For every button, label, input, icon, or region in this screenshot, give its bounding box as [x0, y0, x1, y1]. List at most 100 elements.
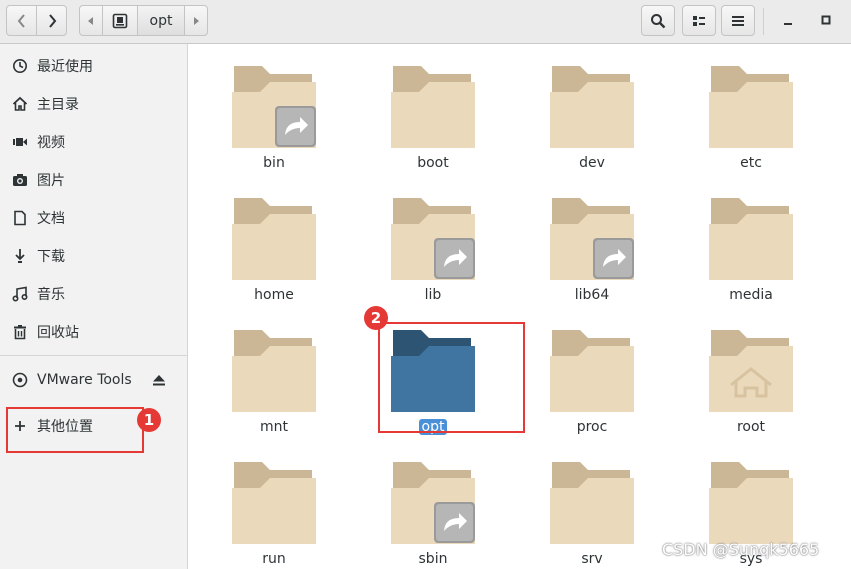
file-name: home: [254, 287, 294, 303]
file-name: lib: [424, 287, 442, 303]
download-icon: [15, 249, 25, 263]
annotation-badge-2: 2: [364, 306, 388, 330]
folder-icon: [709, 198, 793, 280]
file-item-home[interactable]: home: [188, 176, 318, 303]
search-button[interactable]: [641, 5, 675, 36]
maximize-button[interactable]: [816, 10, 836, 30]
file-name-label: home: [188, 287, 360, 303]
folder-icon: [232, 462, 316, 544]
sidebar-item-pictures[interactable]: 图片: [0, 162, 187, 198]
menu-button[interactable]: [721, 5, 755, 36]
file-item-etc[interactable]: etc: [665, 44, 795, 171]
folder-icon: [232, 66, 316, 148]
file-name-label: run: [188, 551, 360, 567]
sidebar-item-label: 回收站: [37, 325, 79, 341]
video-icon: [13, 138, 27, 146]
path-current-button[interactable]: opt: [137, 5, 185, 36]
file-item-lib64[interactable]: lib64: [506, 176, 636, 303]
path-scroll-left-button[interactable]: [79, 5, 103, 36]
folder-icon: [709, 330, 793, 412]
file-name-label: lib64: [506, 287, 678, 303]
minimize-icon: [784, 23, 792, 25]
path-scroll-right-button[interactable]: [184, 5, 208, 36]
file-grid: bin boot dev etc home lib lib64 media mnt opt proc…: [188, 44, 851, 569]
sidebar-item-home[interactable]: 主目录: [0, 86, 187, 122]
folder-icon: [550, 66, 634, 148]
file-name: bin: [263, 155, 285, 171]
triangle-left-icon: [88, 16, 93, 25]
back-button[interactable]: [6, 5, 37, 36]
folder-icon: [550, 198, 634, 280]
file-item-proc[interactable]: proc: [506, 308, 636, 435]
file-name-label: etc: [665, 155, 837, 171]
sidebar-item-label: 音乐: [37, 287, 65, 303]
forward-button[interactable]: [36, 5, 67, 36]
sidebar-item-downloads[interactable]: 下载: [0, 238, 187, 274]
file-item-bin[interactable]: bin: [188, 44, 318, 171]
file-item-root[interactable]: root: [665, 308, 795, 435]
view-toggle-button[interactable]: [682, 5, 716, 36]
file-item-media[interactable]: media: [665, 176, 795, 303]
sidebar-item-documents[interactable]: 文档: [0, 200, 187, 236]
sidebar-item-trash[interactable]: 回收站: [0, 314, 187, 350]
file-name: etc: [740, 155, 762, 171]
file-name: srv: [581, 551, 603, 567]
file-name-label: proc: [506, 419, 678, 435]
search-icon: [651, 13, 666, 28]
home-icon: [12, 96, 28, 111]
file-item-lib[interactable]: lib: [347, 176, 477, 303]
sidebar-item-label: 最近使用: [37, 59, 93, 75]
sidebar-item-videos[interactable]: 视频: [0, 124, 187, 160]
file-name-label: boot: [347, 155, 519, 171]
file-name-label: mnt: [188, 419, 360, 435]
eject-icon[interactable]: [152, 373, 166, 387]
folder-icon: [550, 330, 634, 412]
file-item-dev[interactable]: dev: [506, 44, 636, 171]
file-name-label: sbin: [347, 551, 519, 567]
triangle-right-icon: [194, 16, 199, 25]
list-view-icon: [693, 15, 705, 26]
file-item-boot[interactable]: boot: [347, 44, 477, 171]
sidebar-item-label: 图片: [37, 173, 65, 189]
header-bar: opt: [0, 0, 851, 44]
file-item-srv[interactable]: srv: [506, 440, 636, 567]
file-name-label: lib: [347, 287, 519, 303]
symlink-badge-icon: [275, 106, 316, 147]
sidebar-item-label: VMware Tools: [37, 372, 132, 388]
sidebar-item-label: 文档: [37, 211, 65, 227]
file-name: run: [262, 551, 286, 567]
path-current-label: opt: [149, 12, 173, 29]
disc-icon: [12, 372, 28, 388]
hamburger-icon: [732, 15, 744, 26]
file-name: root: [736, 419, 766, 435]
sidebar-item-music[interactable]: 音乐: [0, 276, 187, 312]
folder-icon: [391, 198, 475, 280]
file-item-sbin[interactable]: sbin: [347, 440, 477, 567]
file-item-run[interactable]: run: [188, 440, 318, 567]
file-name: lib64: [574, 287, 610, 303]
header-separator: [763, 8, 764, 35]
sidebar-item-recent[interactable]: 最近使用: [0, 48, 187, 84]
chevron-right-icon: [48, 13, 56, 28]
path-root-button[interactable]: [102, 5, 138, 36]
sidebar: 最近使用 主目录 视频 图片 文档 下载 音乐 回收站 VMware Tools…: [0, 44, 188, 569]
symlink-badge-icon: [593, 238, 634, 279]
file-name-label: media: [665, 287, 837, 303]
annotation-box-1: [6, 407, 144, 453]
watermark: CSDN @Sunqk5665: [662, 540, 820, 559]
document-icon: [14, 210, 26, 226]
music-icon: [12, 286, 28, 302]
file-name-label: dev: [506, 155, 678, 171]
file-item-mnt[interactable]: mnt: [188, 308, 318, 435]
chevron-left-icon: [17, 13, 25, 28]
file-name: boot: [417, 155, 449, 171]
minimize-button[interactable]: [778, 10, 798, 30]
symlink-badge-icon: [434, 502, 475, 543]
maximize-icon: [821, 15, 831, 25]
file-name-label: root: [665, 419, 837, 435]
sidebar-item-label: 视频: [37, 135, 65, 151]
folder-icon: [709, 462, 793, 544]
annotation-badge-1: 1: [137, 408, 161, 432]
trash-icon: [14, 325, 26, 340]
symlink-badge-icon: [434, 238, 475, 279]
